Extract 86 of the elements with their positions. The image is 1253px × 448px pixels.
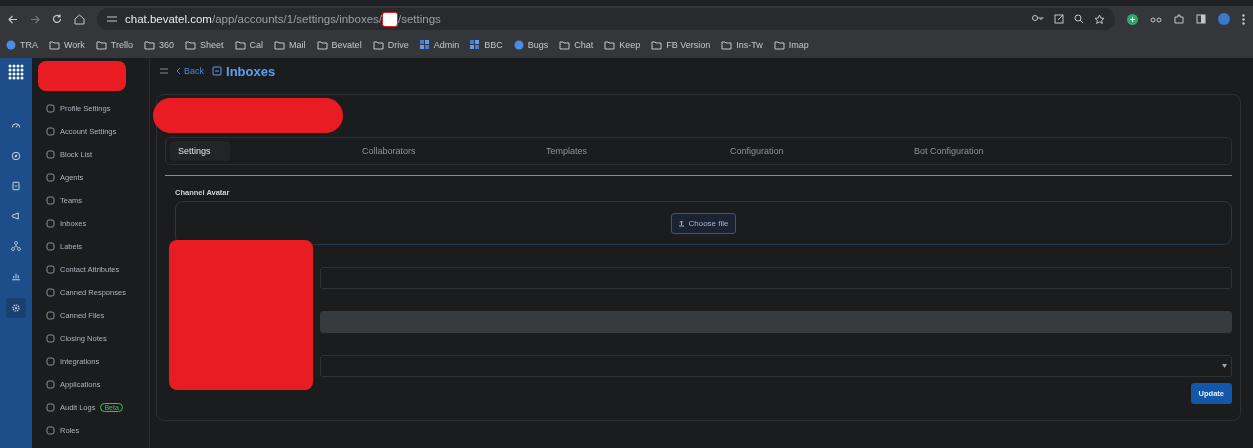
folder-icon — [274, 40, 286, 50]
bookmark[interactable]: Bevatel — [331, 40, 362, 50]
external-link-icon[interactable] — [1054, 13, 1064, 24]
folder-icon — [773, 40, 785, 50]
folder-icon — [234, 40, 246, 50]
bookmark[interactable]: Work — [64, 40, 85, 50]
grid-icon — [419, 40, 430, 50]
tab[interactable]: Collaborators — [354, 141, 538, 161]
bookmark[interactable]: Cal — [249, 40, 264, 50]
folder-icon — [144, 40, 155, 50]
square-icon — [46, 380, 55, 389]
incognito-icon[interactable] — [1150, 15, 1162, 23]
menu-icon[interactable] — [1242, 13, 1245, 25]
avatar-dropzone[interactable]: Choose file — [175, 201, 1232, 245]
gear-icon[interactable] — [6, 298, 26, 318]
bookmark[interactable]: Ins-Tw — [736, 40, 763, 50]
tab[interactable]: Templates — [538, 141, 722, 161]
bookmark[interactable]: FB Version — [666, 40, 711, 50]
tab[interactable]: Configuration — [722, 141, 906, 161]
bookmark[interactable]: Keep — [619, 40, 641, 50]
folder-icon — [185, 40, 197, 50]
side-panel-icon[interactable] — [1196, 14, 1206, 24]
folder-icon — [49, 40, 60, 50]
folder-icon — [372, 40, 384, 50]
folder-icon — [651, 40, 663, 50]
forward-icon[interactable] — [30, 14, 40, 24]
bookmark[interactable]: Imap — [788, 40, 809, 50]
bookmark[interactable]: TRA — [20, 40, 38, 50]
square-icon — [46, 288, 55, 297]
url-host: chat.bevatel.com — [125, 13, 212, 25]
select-field[interactable] — [320, 355, 1232, 377]
tab[interactable]: Bot Configuration — [906, 141, 1090, 161]
address-bar[interactable]: chat.bevatel.com/app/accounts/1/settings/inboxes/ /settings — [97, 8, 1115, 30]
square-icon — [46, 242, 55, 251]
choose-file-button[interactable]: Choose file — [671, 212, 736, 234]
square-icon — [46, 265, 55, 274]
site-icon — [6, 40, 16, 50]
logo-icon[interactable] — [8, 64, 24, 80]
square-icon — [46, 357, 55, 366]
square-icon — [46, 127, 55, 136]
puzzle-icon[interactable] — [1174, 14, 1184, 24]
folder-icon — [316, 40, 328, 50]
tune-icon — [107, 15, 117, 23]
bookmark[interactable]: Drive — [387, 40, 409, 50]
key-icon[interactable] — [1032, 13, 1044, 22]
square-icon — [46, 426, 55, 435]
plus-icon[interactable] — [1127, 13, 1138, 25]
square-icon — [46, 219, 55, 228]
caret-icon — [1222, 364, 1227, 368]
inbox-icon — [212, 66, 222, 76]
back-icon[interactable] — [8, 14, 18, 24]
url-path: /settings — [398, 13, 441, 25]
bookmark[interactable]: Trello — [110, 40, 133, 50]
square-icon — [46, 334, 55, 343]
page-title: Inboxes — [226, 63, 276, 79]
input-field[interactable] — [320, 267, 1232, 289]
folder-icon — [721, 40, 733, 50]
zoom-icon[interactable] — [1074, 13, 1084, 24]
reload-icon[interactable] — [52, 14, 62, 24]
home-icon[interactable] — [74, 13, 85, 25]
redaction-mark — [382, 11, 398, 27]
square-icon — [46, 173, 55, 182]
folder-icon — [604, 40, 616, 50]
square-icon — [46, 311, 55, 320]
star-icon[interactable] — [1094, 13, 1105, 25]
profile-avatar-icon[interactable] — [1218, 13, 1230, 25]
bookmark[interactable]: Chat — [574, 40, 594, 50]
url-path: /app/accounts/1/settings/inboxes/ — [211, 13, 382, 25]
bookmark[interactable]: BBC — [484, 40, 503, 50]
square-icon — [46, 196, 55, 205]
chevron-icon[interactable] — [176, 67, 181, 75]
back-link[interactable]: Back — [184, 66, 204, 76]
grid-icon — [470, 40, 481, 50]
tab[interactable]: Settings — [170, 141, 230, 161]
folder-icon — [559, 40, 571, 50]
bookmark[interactable]: Bugs — [527, 40, 549, 50]
square-icon — [46, 403, 55, 412]
square-icon — [46, 150, 55, 159]
bookmark[interactable]: 360 — [159, 40, 175, 50]
bookmark[interactable]: Sheet — [200, 40, 224, 50]
site-icon — [513, 40, 524, 50]
folder-icon — [95, 40, 107, 50]
upload-icon — [678, 219, 686, 227]
bookmark[interactable]: Admin — [433, 40, 460, 50]
bookmark[interactable]: Mail — [289, 40, 306, 50]
square-icon — [46, 104, 55, 113]
